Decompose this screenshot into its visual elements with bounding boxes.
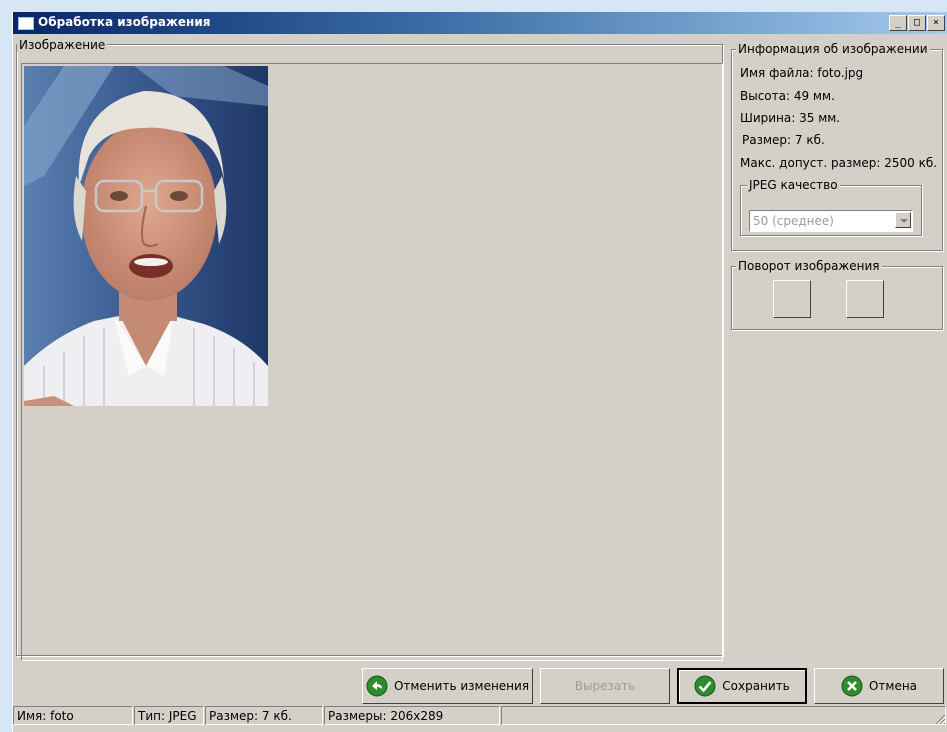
status-name: Имя: foto	[13, 706, 133, 725]
crop-button[interactable]: Вырезать	[540, 668, 670, 704]
image-group-legend: Изображение	[17, 38, 108, 52]
rotation-legend: Поворот изображения	[736, 259, 882, 273]
window-icon	[18, 17, 34, 30]
undo-changes-button[interactable]: Отменить изменения	[362, 668, 533, 704]
undo-icon	[366, 675, 388, 697]
file-name-label: Имя файла: foto.jpg	[740, 66, 864, 80]
crop-label: Вырезать	[574, 679, 636, 693]
title-bar[interactable]: Обработка изображения _ □ ×	[13, 12, 947, 34]
height-label: Высота: 49 мм.	[740, 89, 835, 103]
jpeg-quality-group: JPEG качество 50 (среднее)	[740, 178, 922, 236]
save-label: Сохранить	[722, 679, 790, 693]
image-info-group: Информация об изображении Имя файла: fot…	[731, 42, 943, 251]
chevron-down-icon[interactable]	[895, 212, 911, 228]
image-canvas[interactable]	[21, 63, 723, 661]
undo-changes-label: Отменить изменения	[393, 679, 530, 693]
rotation-group: Поворот изображения	[731, 259, 943, 330]
resize-grip-icon[interactable]	[934, 713, 946, 725]
jpeg-quality-select[interactable]: 50 (среднее)	[749, 210, 913, 232]
max-size-label: Макс. допуст. размер: 2500 кб.	[740, 156, 938, 170]
size-label: Размер: 7 кб.	[742, 133, 825, 147]
image-processing-window: Обработка изображения _ □ × Изображение	[12, 12, 947, 732]
close-button[interactable]: ×	[927, 15, 945, 31]
status-extra	[501, 706, 946, 725]
status-bar: Имя: foto Тип: JPEG Размер: 7 кб. Размер…	[13, 706, 947, 727]
cancel-label: Отмена	[868, 679, 918, 693]
image-group: Изображение	[16, 38, 723, 661]
status-size: Размер: 7 кб.	[205, 706, 323, 725]
width-label: Ширина: 35 мм.	[740, 111, 841, 125]
rotate-right-button[interactable]	[846, 280, 884, 318]
jpeg-quality-value: 50 (среднее)	[753, 214, 834, 228]
maximize-button[interactable]: □	[908, 15, 926, 31]
save-button[interactable]: Сохранить	[677, 668, 807, 704]
status-type: Тип: JPEG	[134, 706, 204, 725]
image-info-legend: Информация об изображении	[736, 42, 930, 56]
portrait-photo	[24, 66, 268, 406]
cancel-button[interactable]: Отмена	[814, 668, 944, 704]
checkmark-icon	[694, 675, 716, 697]
rotate-left-button[interactable]	[773, 280, 811, 318]
window-title: Обработка изображения	[38, 15, 211, 29]
jpeg-quality-legend: JPEG качество	[747, 178, 840, 192]
cancel-icon	[841, 675, 863, 697]
status-dimensions: Размеры: 206x289	[324, 706, 500, 725]
minimize-button[interactable]: _	[889, 15, 907, 31]
